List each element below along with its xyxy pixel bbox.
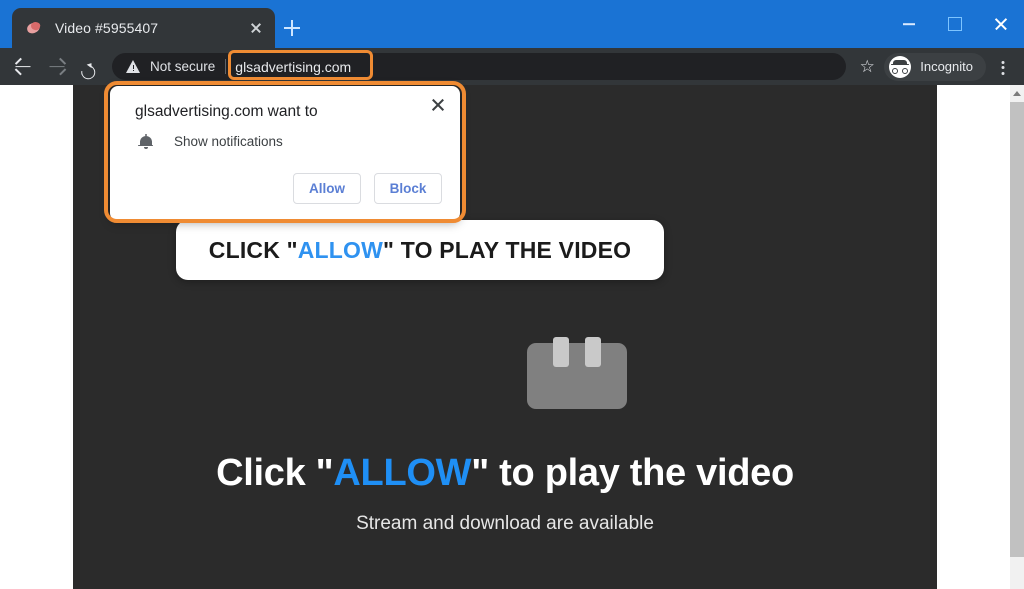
browser-toolbar: Not secure glsadvertising.com ☆ Incognit… (0, 48, 1024, 85)
video-placeholder-icon (527, 337, 627, 409)
bell-icon (137, 133, 154, 150)
scroll-up-arrow-icon[interactable] (1010, 85, 1024, 101)
omnibox-divider (225, 59, 227, 74)
new-tab-button[interactable] (278, 14, 306, 42)
url-text: glsadvertising.com (235, 58, 352, 75)
headline-prefix: Click " (216, 452, 334, 494)
video-site-favicon-icon (25, 20, 43, 37)
popup-close-icon[interactable] (425, 92, 451, 118)
allow-button[interactable]: Allow (293, 173, 361, 204)
maximize-button[interactable] (932, 0, 978, 48)
star-glyph: ☆ (859, 56, 875, 76)
page-right-margin (937, 85, 1010, 589)
page-subtitle: Stream and download are available (356, 513, 654, 534)
popup-request-row: Show notifications (137, 133, 283, 150)
title-bar: Video #5955407 (0, 0, 1024, 48)
back-button[interactable] (6, 50, 40, 84)
tab-title: Video #5955407 (55, 20, 159, 36)
popup-request-label: Show notifications (174, 134, 283, 149)
browser-tab[interactable]: Video #5955407 (12, 8, 275, 48)
incognito-profile-button[interactable]: Incognito (884, 52, 986, 81)
forward-button[interactable] (40, 50, 74, 84)
window-close-button[interactable] (978, 0, 1024, 48)
block-button[interactable]: Block (374, 173, 442, 204)
bookmark-star-icon[interactable]: ☆ (852, 52, 882, 82)
incognito-avatar-icon (889, 55, 912, 78)
banner-highlight: ALLOW (297, 236, 384, 263)
tab-close-icon[interactable] (245, 17, 267, 39)
window-controls (886, 0, 1024, 48)
page-left-margin (0, 85, 73, 589)
address-bar[interactable]: Not secure glsadvertising.com (112, 53, 847, 80)
page-headline: Click "ALLOW" to play the video (73, 452, 937, 495)
headline-suffix: " to play the video (471, 452, 794, 494)
reload-button[interactable] (74, 50, 108, 84)
instruction-banner-text: CLICK "ALLOW" TO PLAY THE VIDEO (209, 237, 631, 264)
banner-suffix: " TO PLAY THE VIDEO (383, 236, 632, 263)
minimize-button[interactable] (886, 0, 932, 48)
chrome-menu-icon[interactable] (988, 52, 1018, 82)
vertical-scrollbar[interactable] (1010, 85, 1024, 589)
popup-title: glsadvertising.com want to (135, 103, 318, 120)
instruction-banner: CLICK "ALLOW" TO PLAY THE VIDEO (176, 220, 664, 280)
notification-permission-popup: glsadvertising.com want to Show notifica… (110, 86, 460, 221)
popup-actions: Allow Block (293, 173, 442, 204)
scrollbar-thumb[interactable] (1010, 102, 1024, 557)
incognito-label: Incognito (920, 59, 973, 74)
headline-highlight: ALLOW (333, 452, 472, 494)
not-secure-warning-icon[interactable] (126, 59, 141, 74)
security-status-text: Not secure (150, 59, 216, 74)
banner-prefix: CLICK " (208, 236, 298, 263)
browser-window: Video #5955407 Not secure glsadvertising… (0, 0, 1024, 589)
